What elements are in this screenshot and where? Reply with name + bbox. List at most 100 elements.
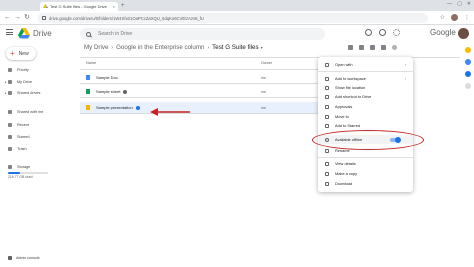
menu-item-add-to-starred[interactable]: Add to Starred	[318, 121, 413, 130]
column-header-name[interactable]: Name	[86, 61, 96, 65]
menu-divider	[318, 71, 413, 72]
sidebar-item-shared-with-me[interactable]: Shared with me	[0, 107, 76, 117]
annotation-arrow-icon	[150, 108, 190, 116]
recent-icon	[8, 123, 12, 127]
menu-item-approvals[interactable]: Approvals	[318, 102, 413, 111]
maximize-icon[interactable]: ▢	[457, 1, 462, 7]
my-drive-icon	[8, 80, 12, 84]
menu-item-download[interactable]: Download	[318, 179, 413, 188]
menu-item-label: Add to workspace	[335, 76, 366, 81]
storage-progress-bar	[8, 172, 48, 174]
browser-menu-icon[interactable]: ⋮	[464, 14, 470, 22]
file-name: Sample Doc	[96, 75, 118, 80]
breadcrumb-current-folder[interactable]: Test G Suite files	[212, 44, 258, 51]
tasks-icon[interactable]	[465, 71, 471, 77]
preview-eye-icon[interactable]	[370, 45, 375, 50]
sidebar-item-label: Recent	[17, 123, 30, 127]
keep-icon[interactable]	[465, 59, 471, 65]
help-icon[interactable]	[365, 29, 372, 36]
back-button[interactable]: ←	[4, 13, 11, 23]
delete-icon[interactable]	[381, 45, 386, 50]
menu-item-open-with[interactable]: Open with ›	[318, 60, 413, 69]
file-owner: me	[261, 89, 266, 94]
sidebar-item-label: Storage	[17, 165, 31, 169]
file-row-sample-doc[interactable]: Sample Doc me	[80, 72, 320, 84]
tab-close-icon[interactable]: ×	[113, 4, 115, 9]
menu-item-make-a-copy[interactable]: Make a copy	[318, 169, 413, 178]
calendar-icon[interactable]	[465, 47, 471, 53]
offline-badge-icon	[135, 105, 140, 110]
drive-header: Drive Google	[0, 25, 474, 43]
menu-item-add-shortcut[interactable]: Add shortcut to Drive	[318, 92, 413, 101]
star-icon	[325, 123, 329, 128]
column-header-divider	[80, 69, 320, 70]
file-row-sample-presentation[interactable]: Sample presentation me	[80, 102, 320, 114]
menu-item-show-file-location[interactable]: Show file location	[318, 83, 413, 92]
main-menu-icon[interactable]	[6, 29, 13, 36]
breadcrumb-my-drive[interactable]: My Drive	[84, 44, 108, 51]
shared-drives-icon	[8, 91, 12, 95]
drive-search-box[interactable]	[80, 28, 325, 40]
new-button[interactable]: + New	[6, 47, 36, 60]
browser-toolbar-right: ☆ ⋮	[440, 14, 470, 22]
share-icon[interactable]	[359, 45, 364, 50]
menu-item-label: Show file location	[335, 85, 366, 90]
menu-divider	[318, 157, 413, 158]
column-header-owner[interactable]: Owner	[261, 61, 272, 65]
shared-with-me-icon	[8, 110, 12, 114]
shortcut-icon	[325, 94, 329, 99]
reload-button[interactable]: ↻	[24, 13, 30, 23]
priority-icon	[8, 68, 12, 72]
search-icon[interactable]	[86, 31, 91, 37]
folder-dropdown-icon[interactable]: ▾	[261, 45, 263, 50]
header-icons	[365, 29, 400, 36]
close-window-icon[interactable]: ✕	[467, 1, 471, 7]
sidebar-item-trash[interactable]: Trash	[0, 144, 76, 154]
sidebar-item-storage[interactable]: Storage	[0, 162, 76, 172]
browser-tab-bar: Test G Suite files - Google Drive × + — …	[0, 0, 474, 11]
browser-tab[interactable]: Test G Suite files - Google Drive ×	[40, 2, 118, 11]
menu-item-label: Add to Starred	[335, 123, 361, 128]
get-link-icon[interactable]	[348, 45, 353, 50]
google-docs-icon	[86, 75, 90, 80]
apps-grid-icon[interactable]	[393, 29, 400, 36]
settings-gear-icon[interactable]	[379, 29, 386, 36]
star-bookmark-icon[interactable]: ☆	[440, 14, 445, 22]
browser-profile-avatar[interactable]	[451, 14, 458, 21]
menu-item-label: Open with	[335, 62, 353, 67]
sidebar-item-label: My Drive	[17, 80, 32, 84]
file-row-sample-sheet[interactable]: Sample sheet me	[80, 86, 320, 98]
window-controls: — ▢ ✕	[447, 1, 471, 7]
tab-title: Test G Suite files - Google Drive	[50, 4, 107, 9]
sidebar-item-starred[interactable]: Starred	[0, 132, 76, 142]
menu-item-label: Move to	[335, 114, 349, 119]
new-tab-button[interactable]: +	[121, 2, 125, 10]
rename-icon	[325, 148, 329, 153]
menu-item-move-to[interactable]: Move to	[318, 112, 413, 121]
file-name: Sample presentation	[96, 105, 133, 110]
menu-item-view-details[interactable]: View details	[318, 159, 413, 168]
search-input[interactable]	[98, 31, 298, 37]
sidebar-item-recent[interactable]: Recent	[0, 120, 76, 130]
breadcrumb-enterprise-column[interactable]: Google in the Enterprise column	[116, 44, 204, 51]
chevron-right-icon: ›	[404, 76, 406, 81]
sidebar-item-label: Shared with me	[17, 110, 44, 114]
sidebar-item-label: Priority	[17, 68, 29, 72]
trash-icon	[8, 147, 12, 151]
breadcrumb: My Drive › Google in the Enterprise colu…	[84, 44, 263, 51]
minimize-icon[interactable]: —	[447, 1, 452, 7]
sidebar-item-priority[interactable]: Priority	[0, 65, 76, 75]
more-actions-icon[interactable]	[392, 45, 397, 50]
admin-console-link[interactable]: Admin console	[8, 256, 40, 260]
google-sheets-icon	[86, 89, 90, 94]
google-wordmark: Google	[430, 28, 456, 37]
admin-console-label: Admin console	[16, 256, 40, 260]
sidebar-item-shared-drives[interactable]: ▸ Shared drives	[0, 88, 76, 98]
add-ons-icon[interactable]	[465, 83, 471, 89]
sidebar-item-my-drive[interactable]: ▸ My Drive	[0, 77, 76, 87]
address-bar[interactable]: drive.google.com/drive/u/0/folders/1W4Xf…	[38, 13, 428, 23]
forward-button[interactable]: →	[14, 13, 21, 23]
open-with-icon	[325, 62, 329, 67]
account-avatar[interactable]	[458, 28, 469, 39]
menu-item-add-to-workspace[interactable]: Add to workspace ›	[318, 74, 413, 83]
